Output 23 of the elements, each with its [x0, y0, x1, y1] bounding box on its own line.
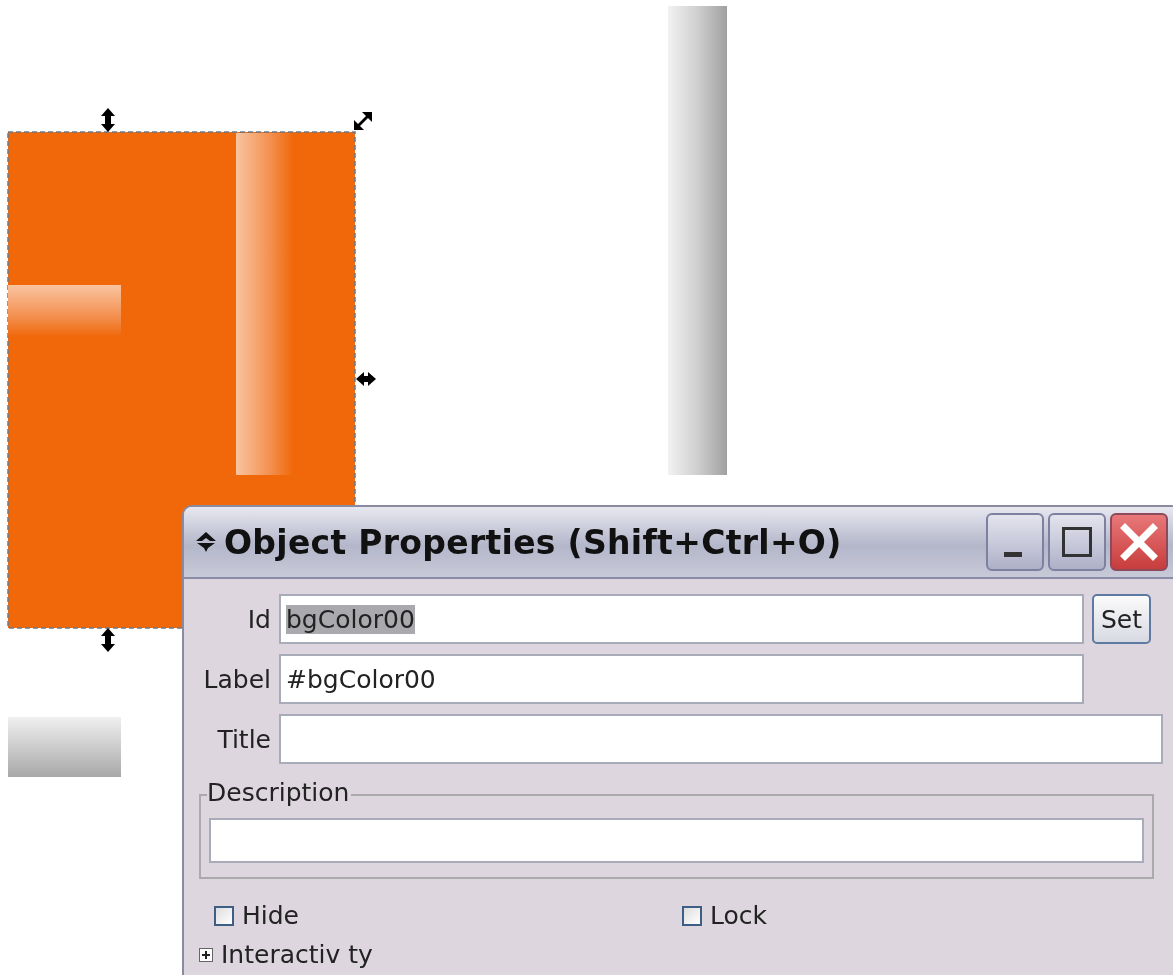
set-button[interactable]: Set	[1092, 594, 1151, 644]
checkbox[interactable]	[682, 905, 702, 926]
checkbox[interactable]	[214, 905, 234, 926]
input-field[interactable]: bgColor00	[279, 594, 1084, 644]
field-label: Label	[202, 664, 271, 694]
field-label: Title	[216, 724, 271, 754]
field-label: Id	[246, 604, 271, 634]
input-field[interactable]: #bgColor00	[279, 654, 1084, 704]
close-button[interactable]	[1110, 513, 1168, 571]
description-field[interactable]	[209, 818, 1144, 863]
resize-handle-icon[interactable]	[101, 628, 115, 652]
checkbox-label: Hide	[242, 901, 299, 930]
expander-label[interactable]: Interactiv ty	[221, 940, 373, 969]
resize-handle-icon[interactable]	[356, 372, 376, 386]
app-icon	[194, 530, 218, 554]
scale-handle-icon[interactable]	[354, 112, 372, 130]
expand-icon[interactable]	[199, 947, 213, 962]
window-title: Object Properties (Shift+Ctrl+O)	[224, 522, 843, 562]
checkbox-label: Lock	[710, 901, 767, 930]
minimize-button[interactable]	[986, 513, 1044, 571]
resize-handle-icon[interactable]	[101, 108, 115, 132]
input-field[interactable]	[279, 714, 1163, 764]
maximize-button[interactable]	[1048, 513, 1106, 571]
